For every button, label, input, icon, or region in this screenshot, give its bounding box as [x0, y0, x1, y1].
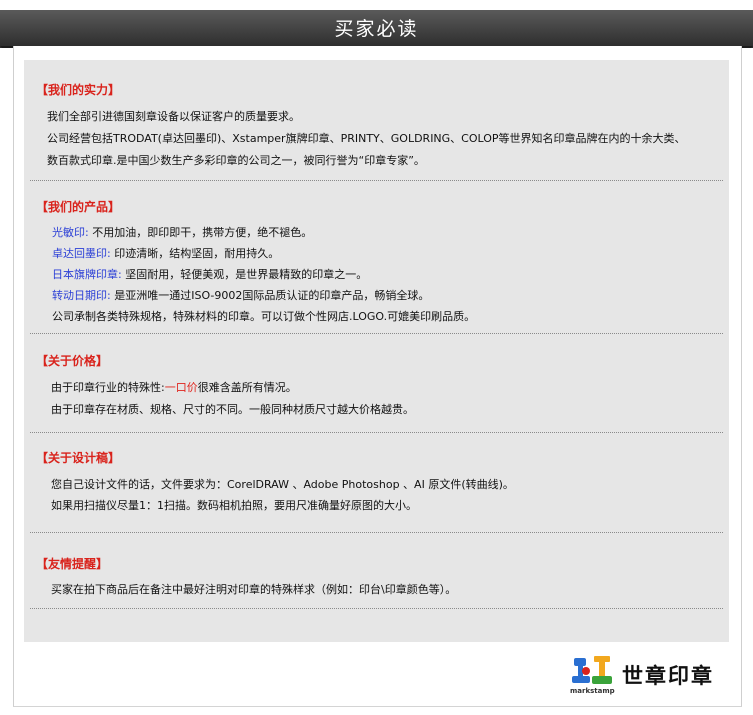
product-item: 光敏印: 不用加油，即印即干，携带方便，绝不褪色。	[52, 224, 312, 240]
divider	[30, 432, 723, 433]
logo-text: 世章印章	[622, 664, 714, 688]
reminder-line: 买家在拍下商品后在备注中最好注明对印章的特殊样求（例如：印台\印章颜色等）。	[51, 583, 457, 596]
section-title-reminder: 【友情提醒】	[36, 557, 109, 571]
products-note: 公司承制各类特殊规格，特殊材料的印章。可以订做个性网店.LOGO.可媲美印刷品质…	[52, 310, 476, 323]
price-text: 由于印章行业的特殊性:	[51, 381, 165, 394]
divider	[30, 180, 723, 181]
price-highlight: 一口价	[164, 381, 198, 394]
product-name: 日本旗牌印章:	[52, 268, 122, 281]
price-text: 很难含盖所有情况。	[197, 381, 297, 394]
product-item: 日本旗牌印章: 坚固耐用，轻便美观，是世界最精致的印章之一。	[52, 266, 367, 282]
product-item: 卓达回墨印: 印迹清晰，结构坚固，耐用持久。	[52, 245, 279, 261]
price-line-1: 由于印章行业的特殊性:一口价很难含盖所有情况。	[51, 379, 297, 395]
product-desc: 不用加油，即印即干，携带方便，绝不褪色。	[92, 226, 313, 239]
product-item: 转动日期印: 是亚洲唯一通过ISO-9002国际品质认证的印章产品，畅销全球。	[52, 287, 429, 303]
product-name: 卓达回墨印:	[52, 247, 111, 260]
product-name: 光敏印:	[52, 226, 89, 239]
divider	[30, 333, 723, 334]
divider	[30, 608, 723, 609]
design-line-2: 如果用扫描仪尽量1：1扫描。数码相机拍照，要用尺准确量好原图的大小。	[51, 499, 417, 512]
strength-line-2: 公司经营包括TRODAT(卓达回墨印)、Xstamper旗牌印章、PRINTY、…	[47, 132, 686, 145]
section-title-price: 【关于价格】	[36, 354, 109, 368]
header-banner: 买家必读	[0, 10, 753, 48]
product-desc: 印迹清晰，结构坚固，耐用持久。	[114, 247, 280, 260]
page-title: 买家必读	[334, 18, 419, 40]
divider	[30, 532, 723, 533]
product-desc: 坚固耐用，轻便美观，是世界最精致的印章之一。	[125, 268, 368, 281]
product-name: 转动日期印:	[52, 289, 111, 302]
logo-subtext: markstamp	[570, 687, 615, 695]
strength-line-1: 我们全部引进德国刻章设备以保证客户的质量要求。	[47, 110, 300, 123]
content-panel: 【我们的实力】 我们全部引进德国刻章设备以保证客户的质量要求。 公司经营包括TR…	[24, 60, 729, 642]
section-title-design: 【关于设计稿】	[36, 451, 121, 465]
design-line-1: 您自己设计文件的话，文件要求为：CorelDRAW 、Adobe Photosh…	[51, 478, 514, 491]
section-title-products: 【我们的产品】	[36, 200, 121, 214]
strength-line-3: 数百款式印章.是中国少数生产多彩印章的公司之一，被同行誉为“印章专家”。	[47, 154, 425, 167]
product-desc: 是亚洲唯一通过ISO-9002国际品质认证的印章产品，畅销全球。	[114, 289, 430, 302]
section-title-strength: 【我们的实力】	[36, 83, 121, 97]
price-line-2: 由于印章存在材质、规格、尺寸的不同。一般同种材质尺寸越大价格越贵。	[51, 403, 414, 416]
